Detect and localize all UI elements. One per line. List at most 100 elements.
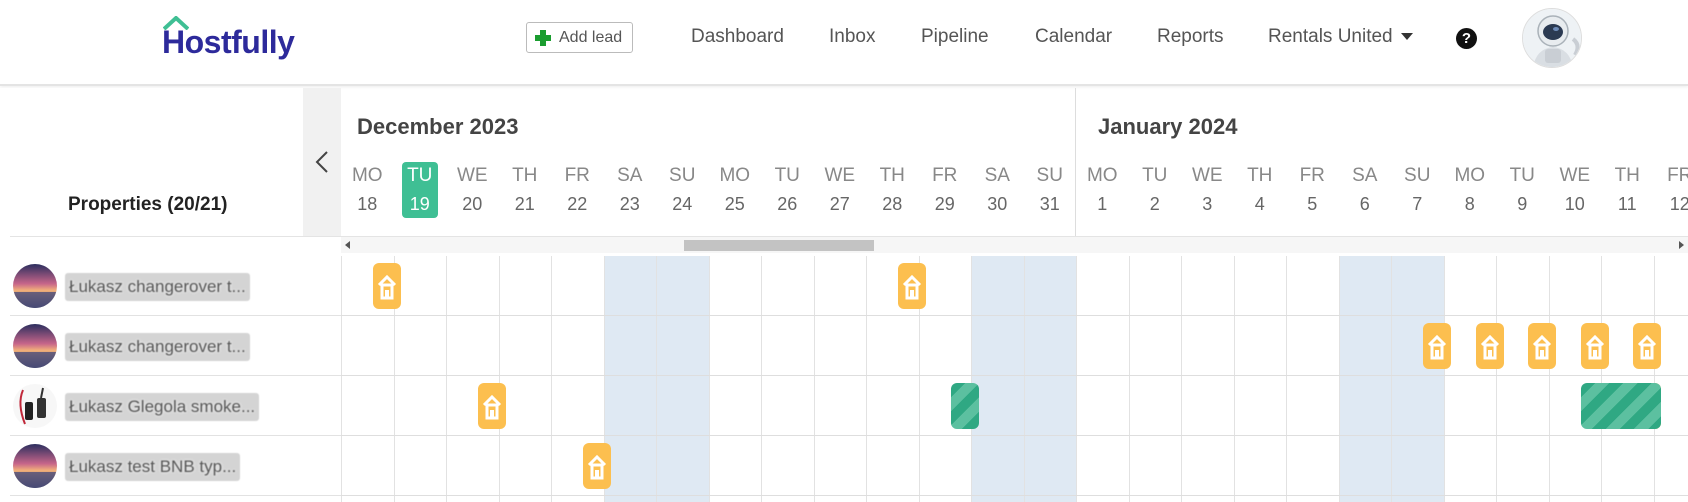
day-number: 4 (1254, 194, 1265, 214)
previous-period-button[interactable] (303, 88, 341, 236)
day-column[interactable] (971, 256, 1024, 502)
property-name[interactable]: Łukasz test BNB typ... (65, 453, 241, 481)
day-of-week: SU (1036, 165, 1063, 186)
calendar-grid (341, 256, 1688, 502)
day-of-week: TU (1142, 165, 1168, 186)
day-column[interactable] (1076, 256, 1129, 502)
day-header-29: FR 29 (919, 162, 971, 218)
add-lead-button[interactable]: Add lead (526, 22, 633, 53)
day-header-18: MO 18 (341, 162, 393, 218)
day-column[interactable] (656, 256, 709, 502)
day-column[interactable] (918, 256, 972, 502)
user-avatar[interactable] (1522, 8, 1582, 68)
nav-calendar[interactable]: Calendar (1035, 26, 1112, 48)
day-number: 26 (777, 194, 798, 214)
changeover-house-icon (587, 454, 607, 480)
day-column[interactable] (1601, 256, 1654, 502)
day-column[interactable] (1548, 256, 1602, 502)
changeover-house-icon (1480, 334, 1499, 360)
changeover-badge[interactable] (1423, 323, 1451, 369)
booking-block[interactable] (950, 383, 979, 429)
day-header-26: TU 26 (761, 162, 813, 218)
row-divider (341, 375, 1688, 376)
day-header-19: TU 19 (401, 162, 438, 218)
horizontal-scrollbar[interactable] (341, 237, 1688, 253)
day-number: 5 (1307, 194, 1318, 214)
day-header-21: TH 21 (499, 162, 551, 218)
nav-inbox[interactable]: Inbox (829, 26, 875, 48)
day-of-week: WE (456, 165, 488, 186)
day-number: 27 (829, 194, 850, 214)
changeover-badge[interactable] (1633, 323, 1661, 369)
scrollbar-thumb[interactable] (684, 240, 874, 251)
changeover-badge[interactable] (1475, 323, 1504, 369)
day-of-week: TH (1247, 165, 1273, 186)
day-of-week: TU (1509, 165, 1535, 186)
day-column[interactable] (1128, 256, 1182, 502)
row-divider (341, 495, 1688, 496)
day-column[interactable] (708, 256, 762, 502)
property-name[interactable]: Łukasz changerover t... (65, 333, 250, 361)
day-column[interactable] (498, 256, 552, 502)
day-column[interactable] (1286, 256, 1339, 502)
plus-icon (535, 29, 551, 46)
scroll-left-arrow-icon[interactable] (345, 241, 350, 249)
booking-block[interactable] (1580, 383, 1661, 429)
changeover-badge[interactable] (1528, 323, 1556, 369)
nav-reports[interactable]: Reports (1157, 26, 1224, 48)
changeover-house-icon (1585, 334, 1604, 360)
day-header-12: FR 12 (1654, 162, 1688, 218)
day-column[interactable] (1443, 256, 1497, 502)
day-number: 29 (934, 194, 955, 214)
add-lead-label: Add lead (559, 28, 623, 46)
nav-rentals-united-dropdown[interactable]: Rentals United (1268, 26, 1413, 48)
day-header-30: SA 30 (971, 162, 1023, 218)
day-number: 8 (1464, 194, 1475, 214)
day-of-week: TH (512, 165, 538, 186)
scroll-right-arrow-icon[interactable] (1679, 241, 1684, 249)
day-header-31: SU 31 (1024, 162, 1076, 218)
changeover-house-icon (377, 274, 397, 300)
day-column[interactable] (1653, 256, 1688, 502)
day-of-week: WE (1191, 165, 1223, 186)
caret-down-icon (1400, 33, 1413, 41)
changeover-badge[interactable] (898, 263, 926, 309)
logo-text: Hostfully (162, 24, 295, 60)
day-of-week: FR (932, 165, 958, 186)
changeover-badge[interactable] (583, 443, 611, 489)
changeover-badge[interactable] (373, 263, 401, 309)
day-column[interactable] (761, 256, 814, 502)
day-column[interactable] (1233, 256, 1287, 502)
changeover-badge[interactable] (478, 383, 506, 429)
property-name[interactable]: Łukasz changerover t... (65, 273, 250, 301)
day-column[interactable] (813, 256, 867, 502)
chevron-left-icon (315, 151, 328, 173)
day-column[interactable] (1181, 256, 1234, 502)
property-name[interactable]: Łukasz Glegola smoke... (65, 393, 260, 421)
nav-pipeline[interactable]: Pipeline (921, 26, 989, 48)
day-of-week: WE (824, 165, 856, 186)
day-number: 22 (567, 194, 588, 214)
day-header-22: FR 22 (551, 162, 603, 218)
day-column[interactable] (393, 256, 447, 502)
day-column[interactable] (603, 256, 656, 502)
day-header-25: MO 25 (709, 162, 761, 218)
day-column[interactable] (1496, 256, 1549, 502)
changeover-badge[interactable] (1580, 323, 1609, 369)
day-column[interactable] (1338, 256, 1391, 502)
day-number: 20 (462, 194, 483, 214)
day-number: 9 (1517, 194, 1528, 214)
row-divider (341, 315, 1688, 316)
day-header-27: WE 27 (814, 162, 866, 218)
help-icon[interactable]: ? (1456, 28, 1477, 49)
day-column[interactable] (1391, 256, 1444, 502)
day-number: 31 (1039, 194, 1060, 214)
nav-dashboard[interactable]: Dashboard (691, 26, 784, 48)
row-divider (341, 435, 1688, 436)
day-of-week: SU (1404, 165, 1431, 186)
day-header-7: SU 7 (1391, 162, 1443, 218)
day-column[interactable] (1023, 256, 1076, 502)
day-of-week: MO (1086, 165, 1118, 186)
day-column[interactable] (446, 256, 499, 502)
day-number: 30 (987, 194, 1008, 214)
